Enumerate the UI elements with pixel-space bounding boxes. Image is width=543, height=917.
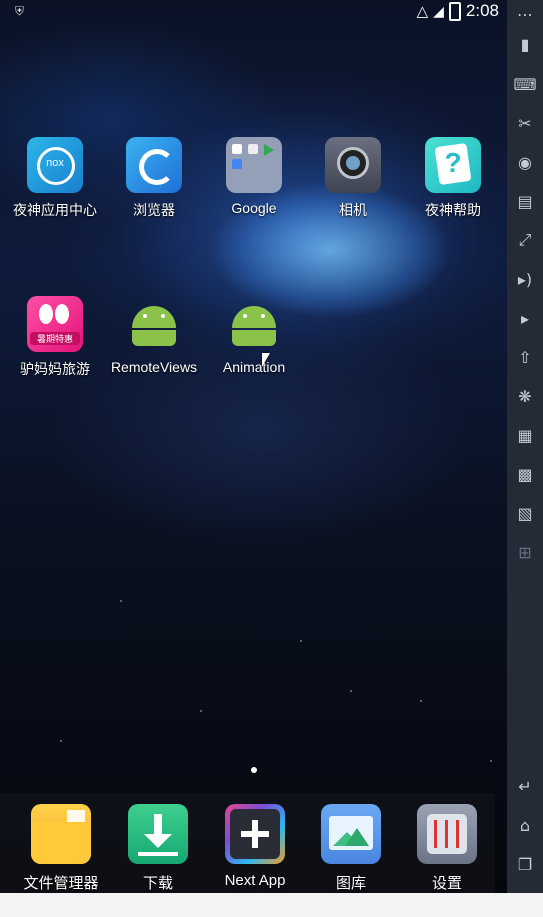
app-camera[interactable]: 相机 (303, 137, 403, 220)
app-nox-help[interactable]: ? 夜神帮助 (403, 137, 503, 220)
volume-down-icon[interactable]: ▸ (507, 304, 543, 332)
emulator-sidebar: ⋯ ▮ ⌨ ✂ ◉ ▤ ⤢ ▸) ▸ ⇧ ❋ ▦ ▩ ▧ ⊞ ↵ ⌂ ❐ (507, 0, 543, 893)
app-label: 驴妈妈旅游 (20, 361, 90, 377)
gallery-icon (321, 804, 381, 864)
home-icon[interactable]: ⌂ (507, 811, 543, 839)
mouse-cursor-icon (262, 353, 270, 367)
volume-up-icon[interactable]: ▸) (507, 265, 543, 293)
signal-icon: ◢ (433, 2, 444, 19)
app-label: 图库 (335, 875, 366, 892)
star (420, 700, 422, 702)
dock-file-manager[interactable]: 文件管理器 (11, 804, 111, 893)
battery-icon (448, 1, 461, 21)
app-lvmama-travel[interactable]: 暑期特惠 驴妈妈旅游 (5, 296, 105, 379)
app-google-folder[interactable]: Google (204, 137, 304, 216)
fullscreen-icon[interactable]: ⤢ (507, 226, 543, 254)
android-icon (226, 296, 282, 352)
recents-icon[interactable]: ❐ (507, 850, 543, 878)
next-app-icon (225, 804, 285, 864)
settings-icon (417, 804, 477, 864)
macro-icon[interactable]: ▦ (507, 421, 543, 449)
dock-download[interactable]: 下载 (108, 804, 208, 893)
window-bottom-bar (0, 893, 543, 917)
dock-gallery[interactable]: 图库 (301, 804, 401, 893)
page-indicator[interactable] (251, 767, 257, 773)
lvmama-travel-icon: 暑期特惠 (27, 296, 83, 352)
app-animation[interactable]: Animation (204, 296, 304, 375)
camera-icon (325, 137, 381, 193)
star (120, 600, 122, 602)
app-label: 文件管理器 (23, 875, 99, 892)
app-nox-app-center[interactable]: nox 夜神应用中心 (5, 137, 105, 220)
android-icon (126, 296, 182, 352)
star (490, 760, 492, 762)
nox-app-center-icon: nox (27, 137, 83, 193)
app-label: 夜神帮助 (425, 202, 481, 218)
home-screen: ⛨ △ ◢ 2:08 nox 夜神应用中心 浏览器 Google 相机 ? 夜神… (0, 0, 507, 893)
app-browser[interactable]: 浏览器 (104, 137, 204, 220)
install-apk-icon[interactable]: ⇧ (507, 343, 543, 371)
app-label: 浏览器 (133, 202, 175, 218)
shield-notification-icon: ⛨ (15, 4, 25, 18)
star (350, 690, 352, 692)
promo-badge: 暑期特惠 (30, 332, 80, 345)
app-label: 夜神应用中心 (13, 202, 97, 218)
screenshot-icon[interactable]: ✂ (507, 109, 543, 137)
video-record-icon[interactable]: ▩ (507, 460, 543, 488)
dock-settings[interactable]: 设置 (397, 804, 497, 893)
star (300, 640, 302, 642)
loading-icon[interactable]: ❋ (507, 382, 543, 410)
download-icon (128, 804, 188, 864)
multi-instance-icon[interactable]: ▤ (507, 187, 543, 215)
app-label: RemoteViews (110, 359, 198, 375)
wifi-icon: △ (416, 3, 429, 20)
dock-next-app[interactable]: Next App (205, 804, 305, 889)
app-label: Animation (222, 359, 286, 375)
app-label: Next App (224, 872, 286, 889)
status-bar: ⛨ △ ◢ 2:08 (0, 0, 507, 24)
app-label: 下载 (142, 875, 173, 892)
app-remoteviews[interactable]: RemoteViews (104, 296, 204, 375)
star (200, 710, 202, 712)
keyboard-icon[interactable]: ⌨ (507, 70, 543, 98)
add-icon[interactable]: ⊞ (507, 538, 543, 566)
shake-icon[interactable]: ▮ (507, 30, 543, 58)
nox-help-icon: ? (425, 137, 481, 193)
clock: 2:08 (465, 1, 499, 20)
google-folder-icon (226, 137, 282, 193)
more-icon[interactable]: ⋯ (507, 0, 543, 28)
location-icon[interactable]: ◉ (507, 148, 543, 176)
star (60, 740, 62, 742)
toolbox-icon[interactable]: ▧ (507, 499, 543, 527)
back-icon[interactable]: ↵ (507, 772, 543, 800)
app-label: 相机 (339, 202, 367, 218)
app-label: Google (231, 200, 277, 216)
app-label: 设置 (431, 875, 462, 892)
browser-icon (126, 137, 182, 193)
file-manager-icon (31, 804, 91, 864)
